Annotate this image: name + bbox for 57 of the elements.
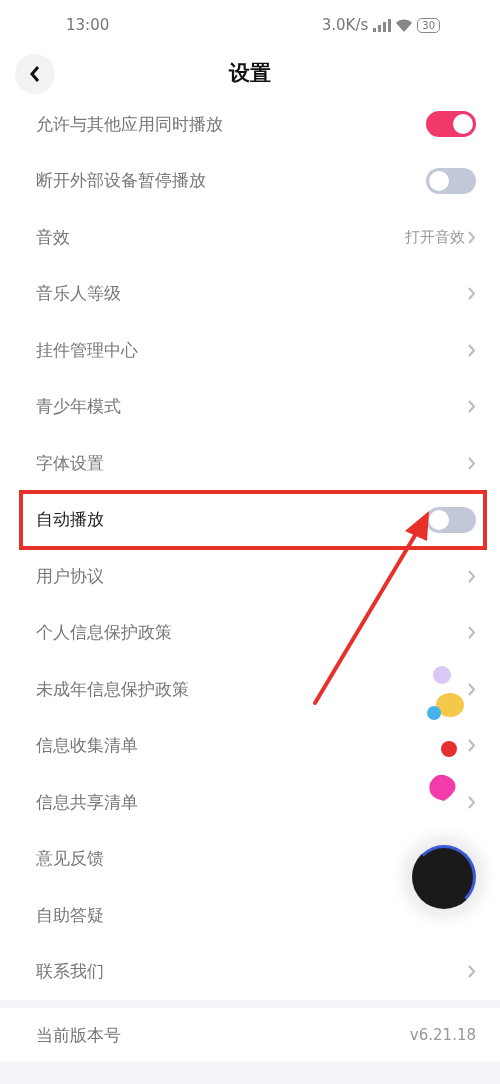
row-label: 断开外部设备暂停播放	[36, 169, 206, 193]
page-title: 设置	[229, 60, 271, 87]
chevron-icon	[467, 342, 476, 358]
settings-row[interactable]: 青少年模式	[0, 378, 500, 435]
row-label: 自动播放	[36, 508, 104, 532]
chevron-icon	[467, 625, 476, 641]
status-time: 13:00	[66, 16, 110, 34]
chevron-icon	[467, 681, 476, 697]
row-value: 打开音效	[405, 227, 465, 247]
settings-row[interactable]: 个人信息保护政策	[0, 604, 500, 661]
network-speed: 3.0K/s	[321, 16, 369, 34]
settings-row[interactable]: 联系我们	[0, 943, 500, 1000]
toggle-switch[interactable]	[426, 167, 476, 194]
settings-row[interactable]: 允许与其他应用同时播放	[0, 96, 500, 153]
row-label: 个人信息保护政策	[36, 621, 172, 645]
toggle-switch[interactable]	[426, 506, 476, 533]
settings-row[interactable]: 音效 打开音效	[0, 209, 500, 266]
chevron-icon	[467, 286, 476, 302]
row-label: 青少年模式	[36, 395, 121, 419]
row-label: 联系我们	[36, 960, 104, 984]
back-button[interactable]	[15, 54, 55, 94]
chevron-icon	[467, 399, 476, 415]
battery-icon: 30	[417, 17, 440, 33]
row-label: 信息收集清单	[36, 734, 138, 758]
row-label: 允许与其他应用同时播放	[36, 112, 223, 136]
chevron-icon	[467, 964, 476, 980]
back-icon	[29, 65, 41, 83]
row-label: 自助答疑	[36, 903, 104, 927]
settings-row[interactable]: 自动播放	[0, 491, 500, 548]
settings-row[interactable]: 信息收集清单	[0, 717, 500, 774]
settings-row[interactable]: 断开外部设备暂停播放	[0, 152, 500, 209]
wifi-icon	[396, 18, 413, 32]
settings-row[interactable]: 自助答疑	[0, 887, 500, 944]
row-label: 意见反馈	[36, 847, 104, 871]
row-label: 当前版本号	[36, 1023, 121, 1047]
settings-row[interactable]: 音乐人等级	[0, 265, 500, 322]
settings-row[interactable]: 挂件管理中心	[0, 322, 500, 379]
settings-row[interactable]: 意见反馈	[0, 830, 500, 887]
chevron-icon	[467, 455, 476, 471]
settings-row[interactable]: 信息共享清单	[0, 774, 500, 831]
settings-row[interactable]: 未成年信息保护政策	[0, 661, 500, 718]
row-label: 用户协议	[36, 564, 104, 588]
chevron-icon	[467, 229, 476, 245]
row-label: 信息共享清单	[36, 790, 138, 814]
row-label: 字体设置	[36, 451, 104, 475]
row-label: 未成年信息保护政策	[36, 677, 189, 701]
chevron-icon	[467, 738, 476, 754]
row-label: 音乐人等级	[36, 282, 121, 306]
row-value: v6.21.18	[409, 1026, 476, 1044]
row-label: 挂件管理中心	[36, 338, 138, 362]
chevron-icon	[467, 794, 476, 810]
signal-icon	[373, 18, 392, 32]
chevron-icon	[467, 568, 476, 584]
settings-row[interactable]: 用户协议	[0, 548, 500, 605]
row-label: 音效	[36, 225, 70, 249]
toggle-switch[interactable]	[426, 111, 476, 138]
settings-row[interactable]: 字体设置	[0, 435, 500, 492]
